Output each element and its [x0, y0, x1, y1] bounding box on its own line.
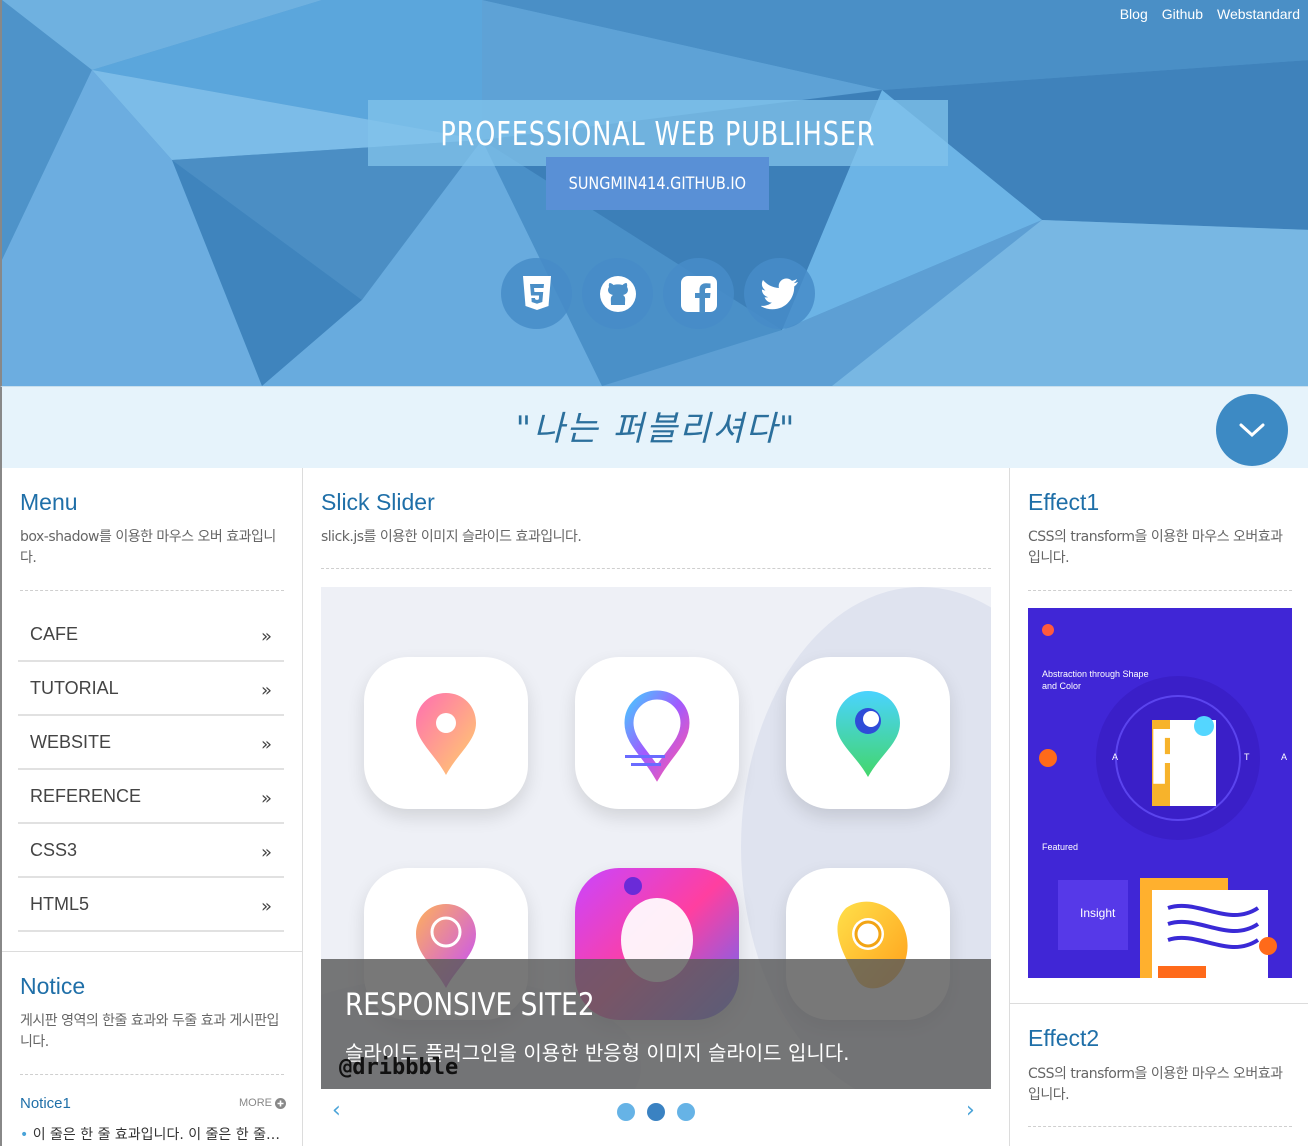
slider-dot-active[interactable]	[647, 1103, 665, 1121]
effect1-desc: CSS의 transform을 이용한 마우스 오버효과입니다.	[1028, 529, 1283, 566]
notice-tab[interactable]: Notice1	[20, 1095, 71, 1112]
double-chevron-right-icon: »	[260, 841, 272, 863]
menu-desc: box-shadow를 이용한 마우스 오버 효과입니다.	[20, 529, 276, 566]
double-chevron-right-icon: »	[260, 679, 272, 701]
double-chevron-right-icon: »	[260, 625, 272, 647]
effect1-card-insight: Insight	[1080, 906, 1116, 920]
menu-item-css3[interactable]: CSS3 »	[18, 824, 284, 878]
slider-prev-arrow[interactable]: ‹	[332, 1098, 341, 1123]
notice-desc: 게시판 영역의 한줄 효과와 두줄 효과 게시판입니다.	[20, 1013, 279, 1050]
effect1-card-letter-a1: A	[1112, 752, 1119, 762]
nav-link-blog[interactable]: Blog	[1120, 6, 1148, 22]
divider	[1028, 590, 1292, 591]
menu-item-label: HTML5	[30, 893, 90, 914]
divider	[1028, 1126, 1292, 1127]
hero-header: Blog Github Webstandard PROFESSIONAL WEB…	[0, 0, 1308, 386]
github-link[interactable]	[582, 258, 653, 329]
menu-item-reference[interactable]: REFERENCE »	[18, 770, 284, 824]
map-pin-icon	[836, 691, 900, 777]
notice-item[interactable]: • 이 줄은 한 줄 효과입니다. 이 줄은 한 줄…	[20, 1124, 286, 1144]
effect1-card-letter-a2: A	[1281, 752, 1288, 762]
menu-item-cafe[interactable]: CAFE »	[18, 608, 284, 662]
app-tile	[786, 657, 950, 809]
menu-item-label: CAFE	[30, 623, 79, 644]
divider	[20, 590, 284, 591]
chevron-down-icon	[1239, 423, 1265, 438]
menu-item-tutorial[interactable]: TUTORIAL »	[18, 662, 284, 716]
effect1-card-heading: Abstraction through Shape and Color	[1042, 669, 1149, 691]
slide-caption: RESPONSIVE SITE2 슬라이드 플러그인을 이용한 반응형 이미지 …	[321, 959, 991, 1089]
effect1-card-featured: Featured	[1042, 842, 1079, 852]
slogan-bar: "나는 퍼블리셔다"	[0, 386, 1308, 468]
menu-item-html5[interactable]: HTML5 »	[18, 878, 284, 932]
slider-dot[interactable]	[617, 1103, 635, 1121]
hero-title: PROFESSIONAL WEB PUBLIHSER	[440, 113, 876, 153]
hero-subtitle: SUNGMIN414.GITHUB.IO	[568, 173, 747, 194]
effect1-card-letter-t: T	[1244, 752, 1250, 762]
menu-item-label: WEBSITE	[30, 731, 112, 752]
dribbble-watermark: @dribbble	[339, 1055, 459, 1080]
slide-caption-title: RESPONSIVE SITE2	[345, 987, 595, 1023]
map-pin-icon	[416, 693, 476, 775]
nav-link-webstandard[interactable]: Webstandard	[1217, 6, 1300, 22]
menu-list: CAFE » TUTORIAL » WEBSITE » REFERENCE » …	[18, 608, 284, 932]
html5-icon	[522, 275, 551, 310]
twitter-icon	[760, 278, 798, 309]
more-link[interactable]: MORE	[239, 1097, 286, 1109]
more-label: MORE	[239, 1097, 272, 1109]
menu-item-website[interactable]: WEBSITE »	[18, 716, 284, 770]
slider-dot[interactable]	[677, 1103, 695, 1121]
facebook-link[interactable]	[663, 258, 734, 329]
menu-item-label: TUTORIAL	[30, 677, 119, 698]
slider-dots	[617, 1103, 695, 1121]
effect1-title: Effect1	[1028, 489, 1100, 515]
effect2-desc: CSS의 transform을 이용한 마우스 오버효과입니다.	[1028, 1066, 1283, 1103]
plus-circle-icon	[275, 1097, 286, 1109]
menu-item-label: CSS3	[30, 839, 78, 860]
html5-link[interactable]	[501, 258, 572, 329]
image-slider[interactable]: RESPONSIVE SITE2 슬라이드 플러그인을 이용한 반응형 이미지 …	[321, 587, 991, 1089]
divider	[321, 568, 991, 569]
app-tile	[575, 657, 739, 809]
notice-item-text: 이 줄은 한 줄 효과입니다. 이 줄은 한 줄…	[32, 1127, 280, 1143]
nav-link-github[interactable]: Github	[1162, 6, 1203, 22]
section-divider	[1010, 1003, 1308, 1004]
double-chevron-right-icon: »	[260, 733, 272, 755]
github-icon	[599, 275, 636, 312]
menu-title: Menu	[20, 489, 78, 515]
slider-title: Slick Slider	[321, 489, 435, 515]
twitter-link[interactable]	[744, 258, 815, 329]
top-nav: Blog Github Webstandard	[1120, 6, 1300, 22]
slogan-text: "나는 퍼블리셔다"	[515, 409, 797, 449]
facebook-icon	[680, 275, 717, 313]
section-divider	[2, 951, 302, 952]
slider-desc: slick.js를 이용한 이미지 슬라이드 효과입니다.	[321, 529, 582, 545]
menu-item-label: REFERENCE	[30, 785, 142, 806]
social-links	[501, 258, 815, 329]
app-tile	[364, 657, 528, 809]
slider-next-arrow[interactable]: ›	[966, 1098, 975, 1123]
effect1-card-letter: R	[1148, 712, 1206, 801]
notice-title: Notice	[20, 973, 86, 999]
bullet-icon: •	[20, 1127, 29, 1143]
map-pin-icon	[624, 690, 690, 782]
hero-subtitle-box[interactable]: SUNGMIN414.GITHUB.IO	[546, 157, 769, 210]
effect1-card[interactable]: Abstraction through Shape and Color R A …	[1028, 608, 1292, 978]
scroll-down-button[interactable]	[1216, 394, 1288, 466]
double-chevron-right-icon: »	[260, 895, 272, 917]
divider	[20, 1074, 284, 1075]
effect2-title: Effect2	[1028, 1025, 1100, 1051]
double-chevron-right-icon: »	[260, 787, 272, 809]
